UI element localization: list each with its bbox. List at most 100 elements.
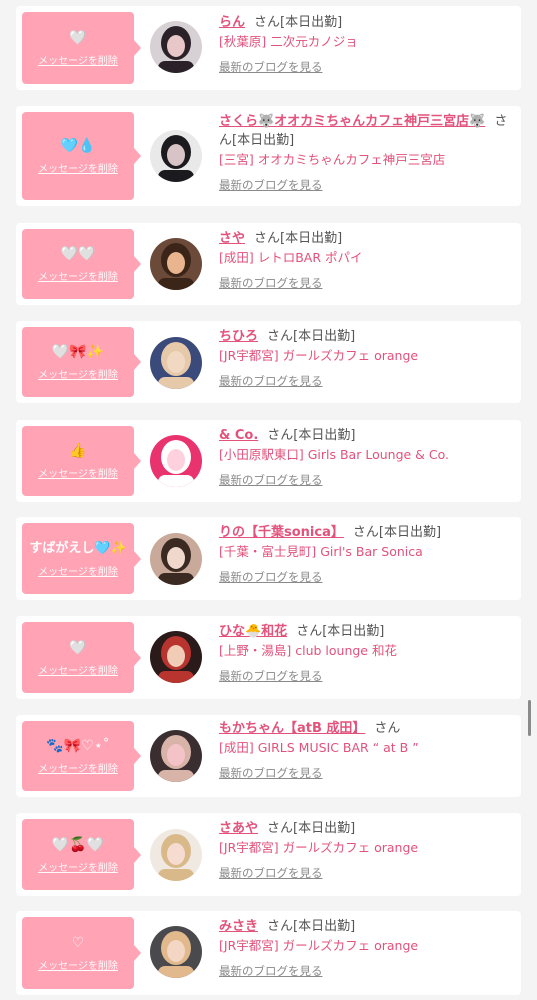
cast-name-link[interactable]: さあや <box>219 821 258 836</box>
cast-name-link[interactable]: ちひろ <box>219 329 258 344</box>
latest-blog-link[interactable]: 最新のブログを見る <box>219 765 323 781</box>
cast-info: みさき さん[本日出勤] [JR宇都宮] ガールズカフェ orange 最新のブログを… <box>219 917 511 979</box>
honorific: さん <box>352 525 379 540</box>
message-card: 🩵💧 メッセージを削除 さくら🐺オオカミちゃんカフェ神戸三宮店🐺 さん[本日出勤] [三… <box>16 106 521 206</box>
delete-message-link[interactable]: メッセージを削除 <box>38 563 118 578</box>
shop-name: [上野・湯島] club lounge 和花 <box>219 643 397 658</box>
delete-message-link[interactable]: メッセージを削除 <box>38 268 118 283</box>
shop-name: [秋葉原] 二次元カノジョ <box>219 34 358 49</box>
message-bubble: 🤍🤍 メッセージを削除 <box>22 229 141 299</box>
status-label: [本日出勤] <box>280 15 343 30</box>
cast-name-link[interactable]: りの【千葉sonica】 <box>219 525 344 540</box>
message-bubble: 🤍🎀✨ メッセージを削除 <box>22 327 141 397</box>
avatar[interactable] <box>150 21 202 73</box>
cast-name-link[interactable]: みさき <box>219 919 258 934</box>
message-card: 🤍🍒🤍 メッセージを削除 さあや さん[本日出勤] [JR宇都宮] ガールズカフェ or… <box>16 813 521 896</box>
message-bubble: すばがえし🩵✨ メッセージを削除 <box>22 523 141 594</box>
cast-name-link[interactable]: さや <box>219 231 245 246</box>
latest-blog-link[interactable]: 最新のブログを見る <box>219 373 323 389</box>
message-text: 🤍🎀✨ <box>51 344 105 360</box>
message-text: ♡ <box>71 935 85 951</box>
message-card: すばがえし🩵✨ メッセージを削除 りの【千葉sonica】 さん[本日出勤] [千葉・富… <box>16 517 521 600</box>
delete-message-link[interactable]: メッセージを削除 <box>38 160 118 175</box>
avatar[interactable] <box>150 631 202 683</box>
message-text: 🤍 <box>69 30 87 46</box>
message-card: 🤍 メッセージを削除 ひな🐣和花 さん[本日出勤] [上野・湯島] club loung… <box>16 616 521 699</box>
status-label: [本日出勤] <box>293 428 356 443</box>
honorific: さん <box>254 231 281 246</box>
honorific: さん <box>296 624 323 639</box>
cast-info: りの【千葉sonica】 さん[本日出勤] [千葉・富士見町] Girl's Bar… <box>219 523 511 585</box>
status-label: [本日出勤] <box>322 624 385 639</box>
status-label: [本日出勤] <box>293 329 356 344</box>
message-card: 🤍🎀✨ メッセージを削除 ちひろ さん[本日出勤] [JR宇都宮] ガールズカフェ or… <box>16 321 521 403</box>
cast-info: & Co. さん[本日出勤] [小田原駅東口] Girls Bar Lounge &… <box>219 426 511 488</box>
shop-name: [小田原駅東口] Girls Bar Lounge & Co. <box>219 447 450 462</box>
latest-blog-link[interactable]: 最新のブログを見る <box>219 177 323 193</box>
message-card: ♡ メッセージを削除 みさき さん[本日出勤] [JR宇都宮] ガールズカフェ oran… <box>16 911 521 995</box>
message-bubble: 👍 メッセージを削除 <box>22 426 141 496</box>
delete-message-link[interactable]: メッセージを削除 <box>38 465 118 480</box>
avatar[interactable] <box>150 337 202 389</box>
avatar[interactable] <box>150 926 202 978</box>
message-card: 🤍🤍 メッセージを削除 さや さん[本日出勤] [成田] レトロBAR ポパイ 最新のブロ… <box>16 223 521 305</box>
delete-message-link[interactable]: メッセージを削除 <box>38 859 118 874</box>
latest-blog-link[interactable]: 最新のブログを見る <box>219 865 323 881</box>
avatar[interactable] <box>150 533 202 585</box>
latest-blog-link[interactable]: 最新のブログを見る <box>219 59 323 75</box>
message-bubble: 🤍 メッセージを削除 <box>22 622 141 693</box>
avatar[interactable] <box>150 829 202 881</box>
message-text: 🤍🍒🤍 <box>51 836 105 853</box>
latest-blog-link[interactable]: 最新のブログを見る <box>219 668 323 684</box>
cast-name-link[interactable]: らん <box>219 15 245 30</box>
scrollbar[interactable] <box>528 700 531 736</box>
shop-name: [成田] レトロBAR ポパイ <box>219 250 363 265</box>
honorific: さん <box>267 329 294 344</box>
shop-name: [千葉・富士見町] Girl's Bar Sonica <box>219 544 423 559</box>
cast-info: ちひろ さん[本日出勤] [JR宇都宮] ガールズカフェ orange 最新のブログを… <box>219 327 511 389</box>
status-label: [本日出勤] <box>280 231 343 246</box>
honorific: さん <box>267 919 294 934</box>
cast-name-link[interactable]: & Co. <box>219 428 258 443</box>
avatar[interactable] <box>150 435 202 487</box>
delete-message-link[interactable]: メッセージを削除 <box>38 366 118 381</box>
message-text: すばがえし🩵✨ <box>29 540 127 556</box>
latest-blog-link[interactable]: 最新のブログを見る <box>219 963 323 979</box>
delete-message-link[interactable]: メッセージを削除 <box>38 52 118 67</box>
shop-name: [三宮] オオカミちゃんカフェ神戸三宮店 <box>219 152 446 167</box>
honorific: さん <box>374 721 401 736</box>
status-label: [本日出勤] <box>293 919 356 934</box>
status-label: [本日出勤] <box>293 821 356 836</box>
message-text: 🤍 <box>69 639 87 656</box>
avatar[interactable] <box>150 130 202 182</box>
message-bubble: ♡ メッセージを削除 <box>22 917 141 989</box>
latest-blog-link[interactable]: 最新のブログを見る <box>219 569 323 585</box>
honorific: さん <box>267 821 294 836</box>
message-bubble: 🐾🎀♡⋆˚ メッセージを削除 <box>22 721 141 791</box>
message-card: 👍 メッセージを削除 & Co. さん[本日出勤] [小田原駅東口] Girls Bar… <box>16 420 521 502</box>
honorific: さん <box>267 428 294 443</box>
delete-message-link[interactable]: メッセージを削除 <box>38 760 118 775</box>
cast-info: もかちゃん【atB 成田】 さん [成田] GIRLS MUSIC BAR “ at… <box>219 719 511 781</box>
cast-info: さや さん[本日出勤] [成田] レトロBAR ポパイ 最新のブログを見る <box>219 229 511 291</box>
avatar[interactable] <box>150 238 202 290</box>
delete-message-link[interactable]: メッセージを削除 <box>38 957 118 972</box>
cast-info: らん さん[本日出勤] [秋葉原] 二次元カノジョ 最新のブログを見る <box>219 13 511 75</box>
latest-blog-link[interactable]: 最新のブログを見る <box>219 472 323 488</box>
cast-name-link[interactable]: ひな🐣和花 <box>219 624 287 639</box>
shop-name: [JR宇都宮] ガールズカフェ orange <box>219 348 419 363</box>
message-text: 👍 <box>69 443 87 459</box>
message-bubble: 🩵💧 メッセージを削除 <box>22 112 141 200</box>
cast-info: さあや さん[本日出勤] [JR宇都宮] ガールズカフェ orange 最新のブログを… <box>219 819 511 881</box>
cast-info: ひな🐣和花 さん[本日出勤] [上野・湯島] club lounge 和花 最新のブロ… <box>219 622 511 684</box>
message-card: 🤍 メッセージを削除 らん さん[本日出勤] [秋葉原] 二次元カノジョ 最新のブログを見… <box>16 6 521 90</box>
shop-name: [成田] GIRLS MUSIC BAR “ at B ” <box>219 740 419 755</box>
cast-name-link[interactable]: さくら🐺オオカミちゃんカフェ神戸三宮店🐺 <box>219 114 485 129</box>
avatar[interactable] <box>150 730 202 782</box>
cast-name-link[interactable]: もかちゃん【atB 成田】 <box>219 721 365 736</box>
message-text: 🐾🎀♡⋆˚ <box>46 738 110 754</box>
message-bubble: 🤍 メッセージを削除 <box>22 12 141 84</box>
shop-name: [JR宇都宮] ガールズカフェ orange <box>219 840 419 855</box>
delete-message-link[interactable]: メッセージを削除 <box>38 662 118 677</box>
latest-blog-link[interactable]: 最新のブログを見る <box>219 275 323 291</box>
